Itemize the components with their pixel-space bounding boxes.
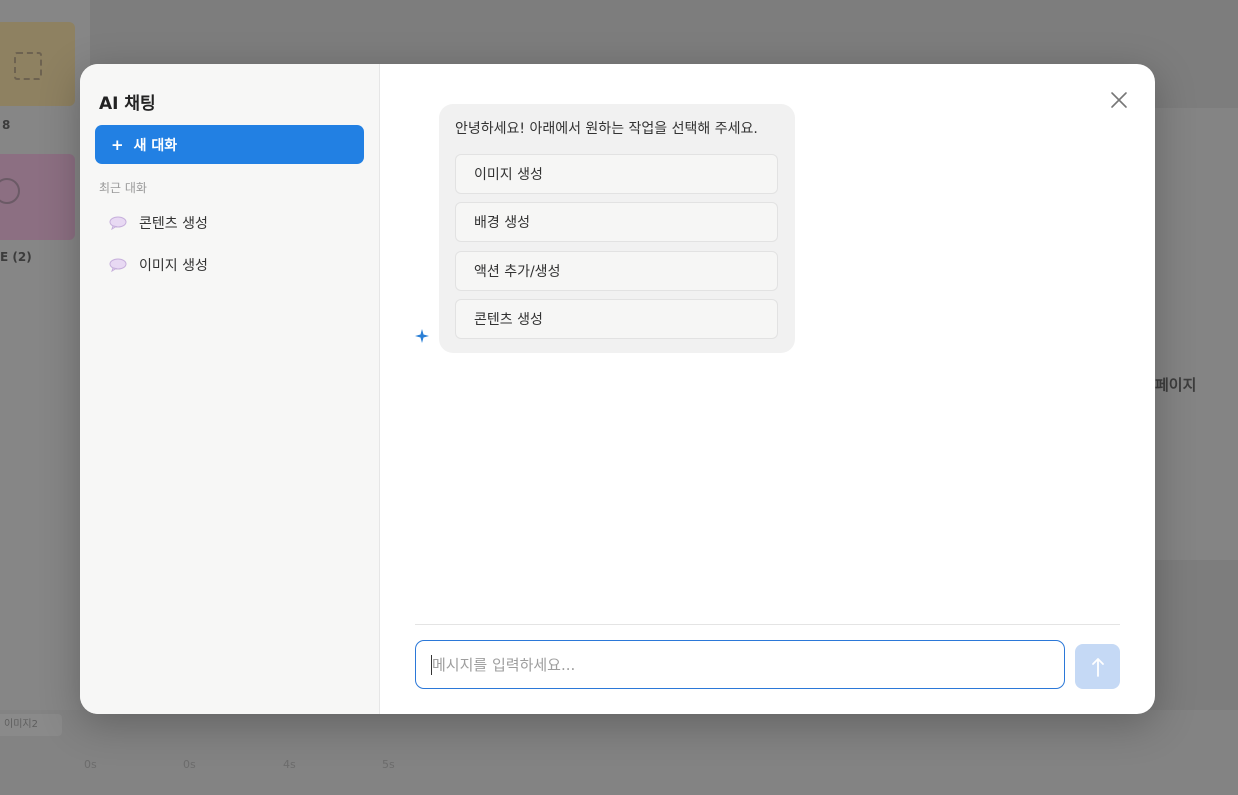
background-left-panel: [0, 0, 90, 795]
message-input[interactable]: [430, 654, 1034, 675]
send-button[interactable]: [1075, 644, 1120, 689]
new-chat-button[interactable]: + 새 대화: [95, 125, 364, 164]
plus-icon: +: [111, 135, 124, 154]
recent-chats-label: 최근 대화: [99, 181, 147, 195]
background-label: 8: [2, 118, 11, 132]
timeline-tick: 4s: [283, 758, 296, 771]
new-chat-label: 새 대화: [133, 137, 178, 154]
recent-chat-label: 콘텐츠 생성: [139, 216, 208, 232]
chat-sidebar: AI 채팅 + 새 대화 최근 대화 콘텐츠 생성 이미지 생성: [80, 64, 380, 714]
chat-main: 안녕하세요! 아래에서 원하는 작업을 선택해 주세요. 이미지 생성 배경 생…: [380, 64, 1155, 714]
recent-chat-item[interactable]: 콘텐츠 생성: [99, 207, 359, 239]
chat-bubble-icon: [109, 258, 127, 272]
background-chip: 이미지2: [0, 714, 62, 736]
sparkle-icon: [415, 329, 429, 343]
recent-chat-label: 이미지 생성: [139, 258, 208, 274]
ai-chat-modal: AI 채팅 + 새 대화 최근 대화 콘텐츠 생성 이미지 생성 안녕하세요! …: [80, 64, 1155, 714]
option-button[interactable]: 액션 추가/생성: [455, 251, 778, 291]
background-text: 페이지: [1155, 376, 1197, 394]
background-label: E (2): [0, 250, 32, 264]
timeline-tick: 0s: [183, 758, 196, 771]
background-timeline: [0, 710, 1238, 795]
timeline-tick: 0s: [84, 758, 97, 771]
chat-bubble-icon: [109, 216, 127, 230]
arrow-up-icon: [1091, 657, 1104, 677]
timeline-tick: 5s: [382, 758, 395, 771]
assistant-greeting: 안녕하세요! 아래에서 원하는 작업을 선택해 주세요.: [455, 121, 758, 137]
recent-chat-item[interactable]: 이미지 생성: [99, 249, 359, 281]
option-button[interactable]: 배경 생성: [455, 202, 778, 242]
assistant-message: 안녕하세요! 아래에서 원하는 작업을 선택해 주세요. 이미지 생성 배경 생…: [439, 104, 795, 353]
message-input-container[interactable]: [415, 640, 1065, 689]
background-thumbnail: [0, 22, 75, 106]
text-caret: [431, 655, 432, 675]
close-icon[interactable]: [1107, 88, 1131, 112]
background-thumbnail: [0, 154, 75, 240]
background-right-panel: [1155, 108, 1238, 560]
option-button[interactable]: 콘텐츠 생성: [455, 299, 778, 339]
sidebar-title: AI 채팅: [99, 94, 156, 114]
option-button[interactable]: 이미지 생성: [455, 154, 778, 194]
input-divider: [415, 624, 1120, 625]
